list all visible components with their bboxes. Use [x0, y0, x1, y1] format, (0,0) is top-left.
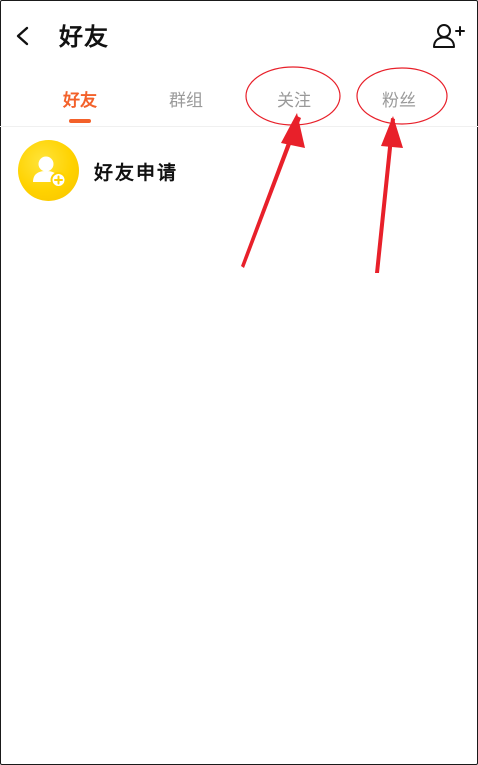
friend-request-item[interactable]: 好友申请 — [0, 138, 478, 204]
add-friend-button[interactable] — [432, 20, 466, 52]
tab-friends[interactable]: 好友 — [50, 86, 110, 111]
page-title: 好友 — [59, 23, 109, 51]
chevron-left-icon — [16, 26, 29, 46]
add-user-avatar-icon — [33, 156, 67, 188]
friend-request-label: 好友申请 — [94, 162, 179, 184]
tab-groups[interactable]: 群组 — [156, 86, 216, 111]
add-user-icon — [433, 24, 465, 48]
tab-following[interactable]: 关注 — [264, 86, 324, 111]
active-tab-indicator — [69, 119, 91, 123]
avatar — [18, 140, 79, 201]
back-button[interactable] — [10, 20, 38, 52]
tab-fans[interactable]: 粉丝 — [369, 86, 429, 111]
top-bar: 好友 — [0, 0, 478, 70]
tab-bar: 好友 群组 关注 粉丝 — [0, 70, 478, 127]
